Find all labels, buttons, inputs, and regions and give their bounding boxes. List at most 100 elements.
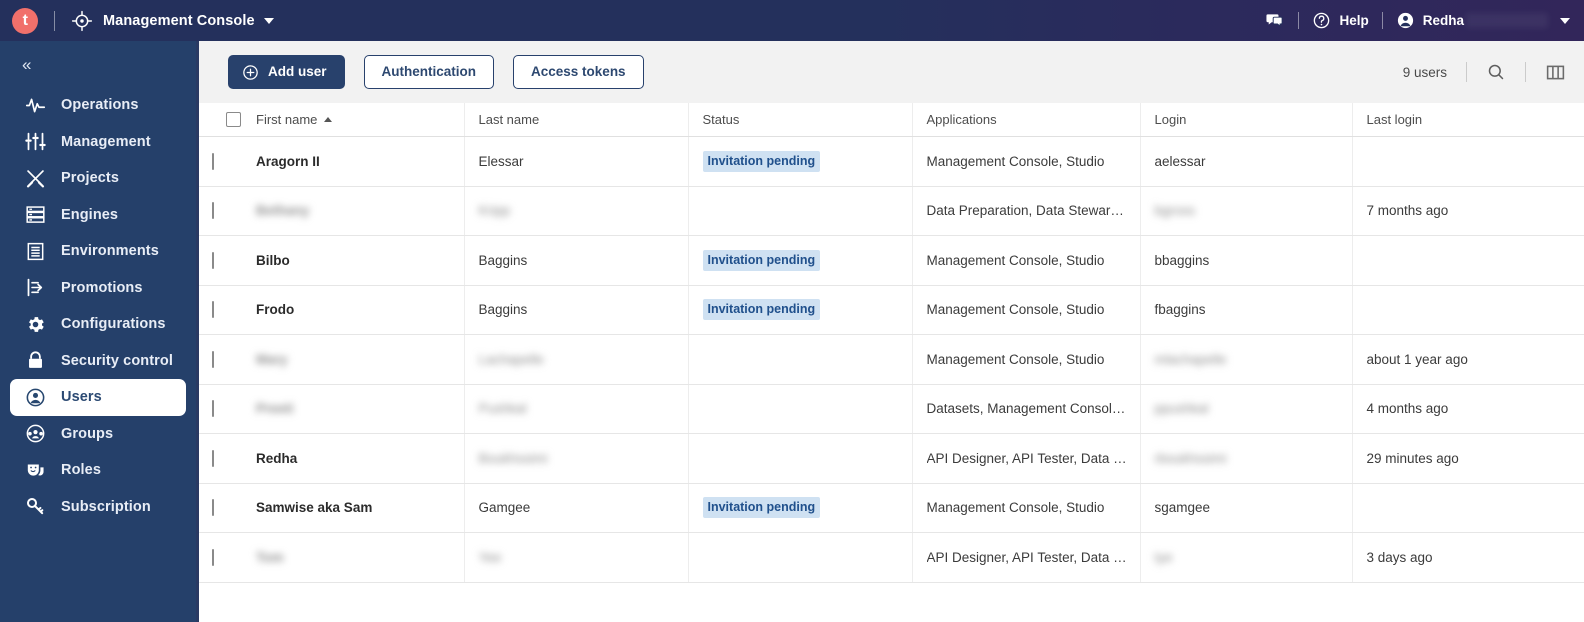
row-checkbox[interactable] <box>212 400 214 418</box>
login-value: rboukhssimi <box>1154 450 1227 466</box>
chevron-double-left-icon[interactable]: « <box>16 53 35 76</box>
column-header-first-name[interactable]: First name <box>242 103 465 137</box>
user-avatar-icon <box>1396 11 1415 30</box>
table-row[interactable]: Tom Yee API Designer, API Tester, Data Inv… <box>196 532 1584 583</box>
page-body: « Operations Management Projects Engines… <box>0 41 1584 622</box>
table-row[interactable]: Samwise aka Sam Gamgee Invitation pending M… <box>196 483 1584 533</box>
add-user-button[interactable]: Add user <box>228 55 345 89</box>
user-count: 9 users <box>1402 64 1447 80</box>
table-row[interactable]: Preeti Pushkal Datasets, Management Consol… <box>196 384 1584 434</box>
select-all-checkbox[interactable] <box>226 112 241 127</box>
row-checkbox[interactable] <box>212 499 214 517</box>
column-header-login[interactable]: Login <box>1140 103 1353 137</box>
last-login: about 1 year ago <box>1352 334 1584 385</box>
table-row[interactable]: Mary Lachapelle Management Console, Studio… <box>196 334 1584 385</box>
column-header-status[interactable]: Status <box>688 103 913 137</box>
access-tokens-button[interactable]: Access tokens <box>513 55 644 89</box>
first-name: Aragorn II <box>242 136 465 187</box>
sidebar-item-management[interactable]: Management <box>10 124 186 161</box>
sidebar-label: Subscription <box>61 498 151 515</box>
sidebar-item-promotions[interactable]: Promotions <box>10 270 186 307</box>
last-login-value: 3 days ago <box>1366 549 1433 565</box>
sidebar-item-operations[interactable]: Operations <box>10 87 186 124</box>
row-checkbox[interactable] <box>212 152 214 170</box>
authentication-button[interactable]: Authentication <box>363 55 495 89</box>
users-table: First name Last name Status Applications… <box>196 103 1584 583</box>
row-checkbox[interactable] <box>212 251 214 269</box>
row-checkbox[interactable] <box>212 301 214 319</box>
sidebar-item-environments[interactable]: Environments <box>10 233 186 270</box>
table-header-row: First name Last name Status Applications… <box>196 103 1584 137</box>
first-name-value: Redha <box>256 450 298 466</box>
app-logo[interactable]: t <box>12 7 38 34</box>
sidebar-item-projects[interactable]: Projects <box>10 160 186 197</box>
last-name-value: Baggins <box>478 302 528 318</box>
status-badge: Invitation pending <box>702 150 821 172</box>
column-label: Last name <box>478 112 540 127</box>
sidebar-item-security-control[interactable]: Security control <box>10 343 186 380</box>
applications: Management Console, Studio <box>912 285 1141 335</box>
key-icon <box>24 496 46 518</box>
column-header-last-login[interactable]: Last login <box>1352 103 1584 137</box>
columns-layout-icon[interactable] <box>1545 62 1566 83</box>
toolbar-divider-2 <box>1525 62 1526 82</box>
sidebar-item-configurations[interactable]: Configurations <box>10 306 186 343</box>
user-menu[interactable]: Redha <box>1396 11 1548 30</box>
status-cell <box>688 433 913 484</box>
row-checkbox[interactable] <box>212 202 214 220</box>
row-select-cell <box>196 433 242 484</box>
question-circle-icon <box>1312 11 1331 30</box>
last-name-value: Yee <box>478 549 502 565</box>
toolbar-right: 9 users <box>1403 62 1566 83</box>
chat-bubbles-icon[interactable] <box>1264 10 1285 31</box>
sidebar-item-subscription[interactable]: Subscription <box>10 489 186 526</box>
table-row[interactable]: Redha Boukhssimi API Designer, API Tester,… <box>196 433 1584 484</box>
last-name: Baggins <box>464 235 689 286</box>
table-row[interactable]: Bilbo Baggins Invitation pending Management… <box>196 235 1584 286</box>
column-label: Applications <box>926 112 997 127</box>
management-console-page: t Management Console Help Redha « Operat… <box>0 0 1584 622</box>
login: sgamgee <box>1140 483 1353 533</box>
row-checkbox[interactable] <box>212 350 214 368</box>
last-login: 7 months ago <box>1352 186 1584 236</box>
authentication-label: Authentication <box>381 64 477 80</box>
sidebar-item-engines[interactable]: Engines <box>10 197 186 234</box>
row-checkbox[interactable] <box>212 548 214 566</box>
sidebar-item-roles[interactable]: Roles <box>10 452 186 489</box>
search-icon[interactable] <box>1486 62 1506 82</box>
chevron-down-icon[interactable] <box>263 17 274 24</box>
login-value: mlachapelle <box>1154 351 1227 367</box>
status-cell <box>688 186 913 236</box>
login-value: sgamgee <box>1154 500 1211 516</box>
login: rboukhssimi <box>1140 433 1353 484</box>
first-name: Tom <box>242 532 465 583</box>
table-row[interactable]: Bethany Kripp Data Preparation, Data Stewa… <box>196 186 1584 236</box>
row-select-cell <box>196 186 242 236</box>
top-bar-divider-2 <box>1298 12 1300 29</box>
last-login: 4 months ago <box>1352 384 1584 434</box>
user-menu-chevron-down-icon[interactable] <box>1560 17 1570 24</box>
column-header-last-name[interactable]: Last name <box>464 103 689 137</box>
sidebar-label: Users <box>61 389 102 406</box>
row-checkbox[interactable] <box>212 449 214 467</box>
last-login-value: 29 minutes ago <box>1366 450 1459 466</box>
applications: Management Console, Studio <box>912 334 1141 385</box>
last-login <box>1352 483 1584 533</box>
main-content: Add user Authentication Access tokens 9 … <box>196 41 1584 622</box>
table-body: Aragorn II Elessar Invitation pending Manag… <box>196 136 1584 583</box>
column-label: Login <box>1154 112 1187 127</box>
user-circle-icon <box>24 386 46 408</box>
row-select-cell <box>196 136 242 187</box>
sidebar-item-users[interactable]: Users <box>10 379 186 416</box>
column-header-applications[interactable]: Applications <box>912 103 1141 137</box>
help-button[interactable]: Help <box>1312 11 1369 30</box>
user-email-redacted <box>1466 13 1548 28</box>
sidebar-item-groups[interactable]: Groups <box>10 416 186 453</box>
add-user-label: Add user <box>268 64 327 80</box>
table-row[interactable]: Aragorn II Elessar Invitation pending Manag… <box>196 136 1584 187</box>
first-name-value: Tom <box>256 549 284 565</box>
status-badge: Invitation pending <box>702 299 821 321</box>
table-row[interactable]: Frodo Baggins Invitation pending Management… <box>196 285 1584 335</box>
applications-value: Management Console, Studio <box>926 500 1105 516</box>
last-login <box>1352 285 1584 335</box>
